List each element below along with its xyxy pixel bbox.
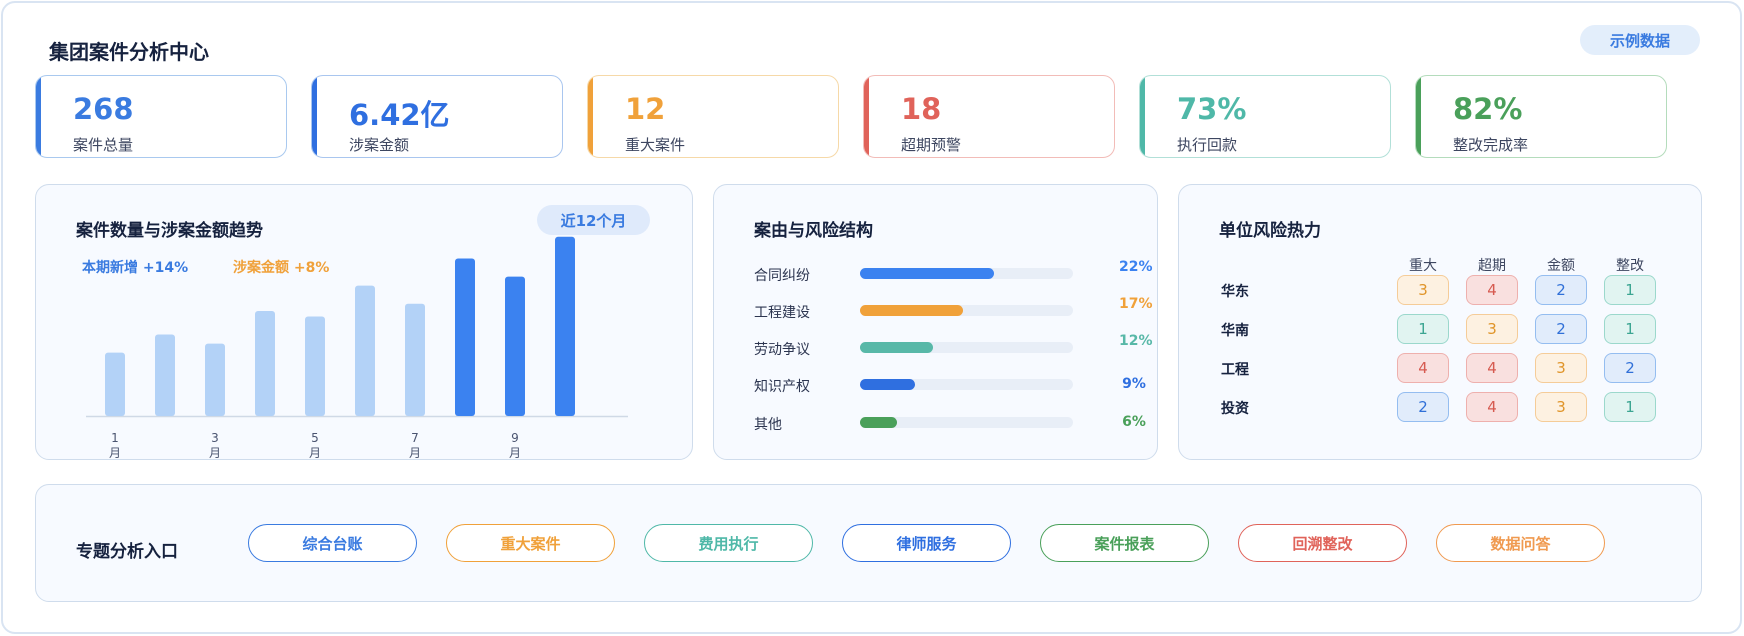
kpi-value: 82% <box>1453 92 1523 126</box>
heatmap-row-label: 华南 <box>1221 323 1249 339</box>
sample-data-badge[interactable]: 示例数据 <box>1580 25 1700 55</box>
risk-bar-track <box>860 268 1073 279</box>
kpi-card-1[interactable]: 268 案件总量 <box>35 75 287 158</box>
bar-7月[interactable] <box>405 303 425 416</box>
trend-bar-chart: 1 月 3 月 5 月 7 月 9 月 <box>86 236 628 460</box>
bar-10月[interactable] <box>555 236 575 416</box>
risk-bar-fill <box>860 379 915 390</box>
risk-row[interactable]: 劳动争议 12% <box>754 333 1153 359</box>
kpi-card-3[interactable]: 12 重大案件 <box>587 75 839 158</box>
heatmap-cell[interactable]: 3 <box>1535 392 1587 422</box>
kpi-card-5[interactable]: 73% 执行回款 <box>1139 75 1391 158</box>
x-tick-label: 5月 <box>309 431 321 460</box>
kpi-label: 案件总量 <box>73 136 134 154</box>
entry-button-1[interactable]: 综合台账 <box>248 524 417 562</box>
heatmap-row-label: 华东 <box>1221 284 1249 300</box>
heatmap-cell[interactable]: 2 <box>1535 275 1587 305</box>
risk-bar-track <box>860 342 1073 353</box>
entry-button-6[interactable]: 回溯整改 <box>1238 524 1407 562</box>
risk-label: 工程建设 <box>754 305 810 321</box>
risk-bar-track <box>860 417 1073 428</box>
risk-panel: 案由与风险结构 合同纠纷 22% 工程建设 17% 劳动争议 12% 知识产权 9% 其他 6% <box>713 184 1158 460</box>
entry-button-2[interactable]: 重大案件 <box>446 524 615 562</box>
risk-title: 案由与风险结构 <box>754 221 873 241</box>
kpi-value: 268 <box>73 92 134 126</box>
heatmap-column-header: 重大 <box>1409 258 1437 274</box>
heatmap-cell[interactable]: 1 <box>1604 275 1656 305</box>
risk-row[interactable]: 其他 6% <box>754 414 1146 434</box>
bar-2月[interactable] <box>155 334 175 416</box>
bar-8月[interactable] <box>455 258 475 416</box>
kpi-card-6[interactable]: 82% 整改完成率 <box>1415 75 1667 158</box>
kpi-card-4[interactable]: 18 超期预警 <box>863 75 1115 158</box>
bar-5月[interactable] <box>305 316 325 416</box>
risk-percent: 6% <box>1122 414 1146 430</box>
risk-percent: 9% <box>1122 376 1146 392</box>
bar-1月[interactable] <box>105 352 125 416</box>
bar-6月[interactable] <box>355 285 375 416</box>
heatmap-column-header: 金额 <box>1547 258 1575 274</box>
heatmap-cell[interactable]: 3 <box>1535 353 1587 383</box>
heatmap-row-label: 投资 <box>1221 401 1249 417</box>
kpi-label: 超期预警 <box>901 136 962 154</box>
risk-bar-track <box>860 379 1073 390</box>
entry-button-3[interactable]: 费用执行 <box>644 524 813 562</box>
risk-percent: 12% <box>1119 333 1153 349</box>
entry-button-7[interactable]: 数据问答 <box>1436 524 1605 562</box>
risk-bar-fill <box>860 268 994 279</box>
heatmap-cell[interactable]: 3 <box>1466 314 1518 344</box>
bar-4月[interactable] <box>255 311 275 416</box>
heatmap-column-header: 整改 <box>1616 258 1644 274</box>
risk-row[interactable]: 知识产权 9% <box>754 376 1146 396</box>
risk-bar-fill <box>860 417 897 428</box>
entry-button-4[interactable]: 律师服务 <box>842 524 1011 562</box>
bar-3月[interactable] <box>205 343 225 416</box>
risk-bar-track <box>860 305 1073 316</box>
heatmap-cell[interactable]: 2 <box>1604 353 1656 383</box>
heatmap-title: 单位风险热力 <box>1219 221 1321 241</box>
risk-percent: 17% <box>1119 296 1153 312</box>
heatmap-panel: 单位风险热力 重大 超期 金额 整改 华东 3 4 2 1 华南 1 3 2 1 工程 4 4 3 2 投资 2 4 3 1 <box>1178 184 1702 460</box>
bar-9月[interactable] <box>505 276 525 416</box>
entry-button-5[interactable]: 案件报表 <box>1040 524 1209 562</box>
heatmap-cell[interactable]: 4 <box>1466 275 1518 305</box>
risk-bar-fill <box>860 342 933 353</box>
kpi-label: 整改完成率 <box>1453 136 1529 154</box>
kpi-card-2[interactable]: 6.42亿涉案金额 <box>311 75 563 158</box>
heatmap-cell[interactable]: 3 <box>1397 275 1449 305</box>
kpi-value: 12 <box>625 92 666 126</box>
kpi-label: 涉案金额 <box>349 136 410 154</box>
heatmap-cell[interactable]: 2 <box>1535 314 1587 344</box>
heatmap-cell[interactable]: 1 <box>1397 314 1449 344</box>
risk-row[interactable]: 工程建设 17% <box>754 296 1153 322</box>
heatmap-cell[interactable]: 4 <box>1466 392 1518 422</box>
kpi-label: 执行回款 <box>1177 136 1238 154</box>
risk-percent: 22% <box>1119 259 1153 275</box>
heatmap-column-header: 超期 <box>1478 258 1506 274</box>
risk-label: 知识产权 <box>754 379 810 395</box>
x-tick-label: 3月 <box>209 431 221 460</box>
risk-label: 劳动争议 <box>754 342 810 358</box>
risk-label: 合同纠纷 <box>754 268 810 284</box>
heatmap-cell[interactable]: 4 <box>1466 353 1518 383</box>
x-tick-label: 1月 <box>109 431 121 460</box>
kpi-value: 73% <box>1177 92 1247 126</box>
heatmap-cell[interactable]: 4 <box>1397 353 1449 383</box>
heatmap-cell[interactable]: 1 <box>1604 392 1656 422</box>
heatmap-cell[interactable]: 1 <box>1604 314 1656 344</box>
x-tick-label: 9月 <box>509 431 521 460</box>
x-tick-label: 7月 <box>409 431 421 460</box>
kpi-value: 18 <box>901 92 942 126</box>
heatmap-cell[interactable]: 2 <box>1397 392 1449 422</box>
entry-panel: 专题分析入口 综合台账 重大案件 费用执行 律师服务 案件报表 回溯整改 数据问答 <box>35 484 1702 602</box>
risk-label: 其他 <box>754 417 782 433</box>
risk-row[interactable]: 合同纠纷 22% <box>754 259 1153 285</box>
trend-panel: 案件数量与涉案金额趋势 近12个月 本期新增 +14% 涉案金额 +8% 1月3… <box>35 184 693 460</box>
kpi-value: 6.42亿 <box>349 98 450 132</box>
kpi-label: 重大案件 <box>625 136 686 154</box>
page-title: 集团案件分析中心 <box>49 40 209 64</box>
risk-bar-fill <box>860 305 963 316</box>
entry-title: 专题分析入口 <box>76 542 178 562</box>
heatmap-row-label: 工程 <box>1221 362 1249 378</box>
